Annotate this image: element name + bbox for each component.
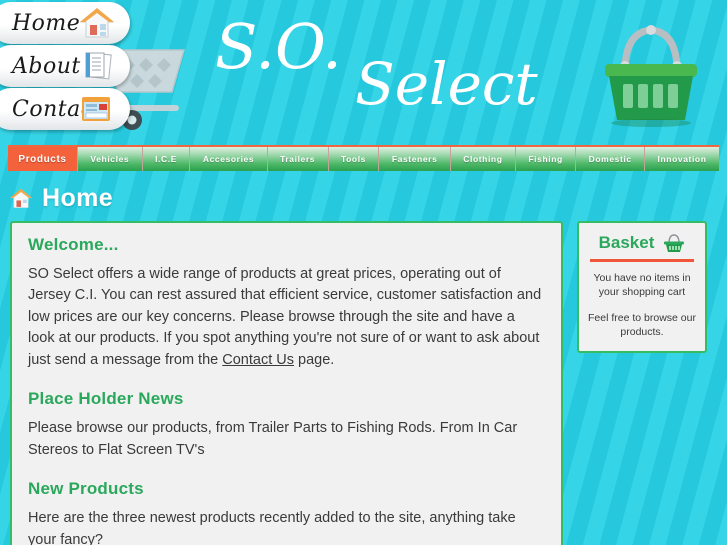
page-body: Welcome... SO Select offers a wide range… [0,221,727,545]
tab-accesories[interactable]: Accesories [190,147,268,171]
tab-fasteners[interactable]: Fasteners [379,147,451,171]
tab-vehicles[interactable]: Vehicles [78,147,143,171]
documents-icon [85,52,112,80]
tab-tools[interactable]: Tools [328,147,380,171]
basket-heading-text: Basket [598,233,655,252]
basket-divider [590,259,694,262]
basket-empty-message: You have no items in your shopping cart [593,272,691,299]
contact-us-link[interactable]: Contact Us [222,352,294,368]
page-title-text: Home [42,183,114,212]
logo-secondary-text: Select [355,50,538,118]
tab-vehicles-label: Vehicles [90,154,130,164]
site-logo[interactable]: S.O. Select [215,8,575,133]
tab-products-label: Products [18,153,67,165]
nav-button-home[interactable]: Home [0,2,130,44]
welcome-text-part2: page. [293,351,335,368]
page-title: Home [10,183,727,213]
welcome-paragraph: SO Select offers a wide range of product… [28,264,545,371]
nav-button-contact[interactable]: Contact [0,88,130,130]
news-heading: Place Holder News [28,389,184,409]
primary-navigation-tabs: Products Vehicles I.C.E Accesories Trail… [8,145,719,171]
tab-accesories-label: Accesories [202,154,255,164]
contact-form-icon [82,97,110,121]
new-products-heading: New Products [28,479,144,499]
welcome-heading: Welcome... [28,235,119,254]
site-header: Home About Contact S.O. Select [0,0,727,145]
tab-clothing-label: Clothing [463,154,503,164]
tab-clothing[interactable]: Clothing [450,147,516,171]
tab-products[interactable]: Products [8,147,78,171]
basket-sidebar-panel: Basket You have no items in your shoppin… [577,221,707,354]
basket-header: Basket [588,233,696,253]
tab-fishing[interactable]: Fishing [515,147,577,171]
logo-primary-text: S.O. [215,10,342,83]
shopping-basket-icon [605,25,697,127]
nav-button-about[interactable]: About [0,45,130,87]
nav-button-home-label: Home [12,10,81,36]
tab-ice[interactable]: I.C.E [142,147,191,171]
house-icon [80,8,114,38]
tab-domestic-label: Domestic [588,154,632,164]
nav-button-about-label: About [12,53,81,79]
tab-fasteners-label: Fasteners [391,154,438,164]
tab-tools-label: Tools [340,154,366,164]
tab-innovation[interactable]: Innovation [645,147,719,171]
basket-browse-message: Feel free to browse our products. [588,311,696,338]
new-products-paragraph: Here are the three newest products recen… [28,510,516,545]
tab-innovation-label: Innovation [657,154,707,164]
shopping-basket-icon [664,234,685,252]
tab-fishing-label: Fishing [528,154,563,164]
house-icon [10,188,32,208]
main-content-panel: Welcome... SO Select offers a wide range… [10,221,563,545]
tab-domestic[interactable]: Domestic [576,147,646,171]
tab-ice-label: I.C.E [155,154,177,164]
tab-trailers[interactable]: Trailers [267,147,329,171]
tab-trailers-label: Trailers [280,154,316,164]
news-paragraph: Please browse our products, from Trailer… [28,420,518,458]
